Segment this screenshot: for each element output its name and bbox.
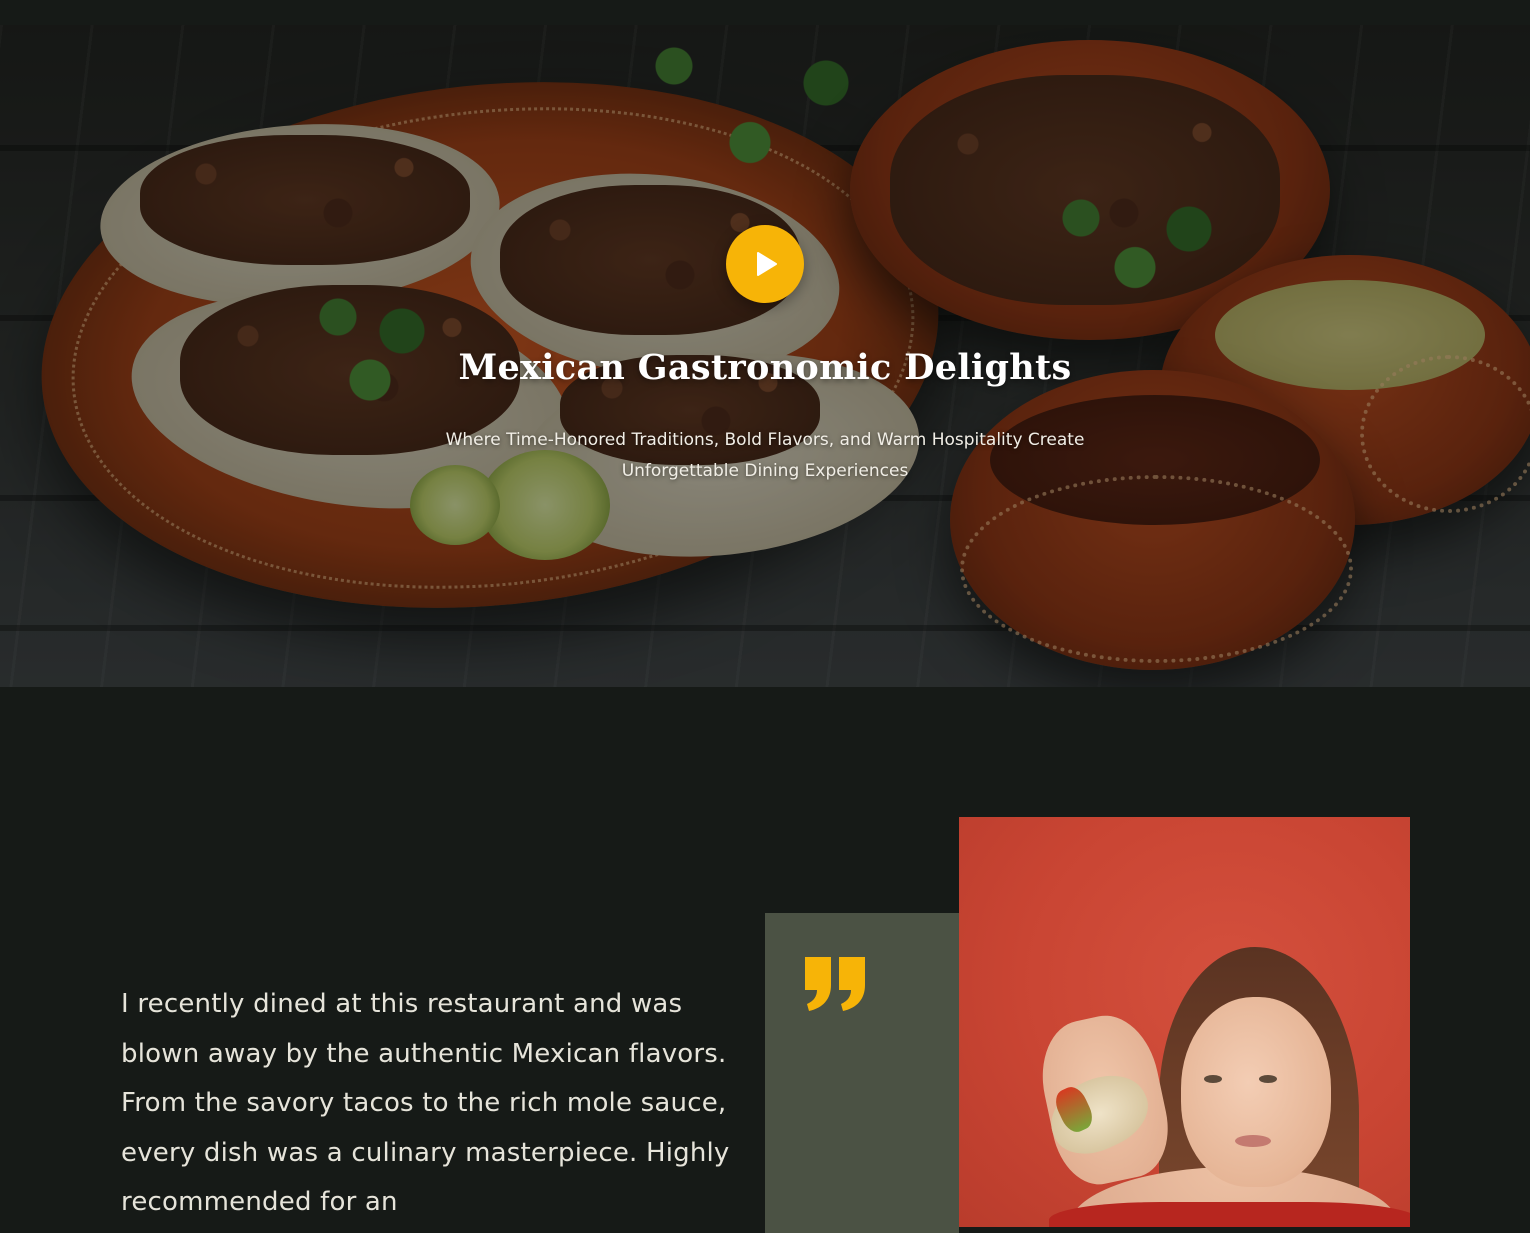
- hero-title: Mexican Gastronomic Delights: [458, 347, 1072, 388]
- photo-lips: [1235, 1135, 1271, 1147]
- photo-shirt: [1049, 1202, 1410, 1227]
- photo-face: [1181, 997, 1331, 1187]
- testimonial-text: I recently dined at this restaurant and …: [121, 989, 730, 1217]
- play-video-button[interactable]: [726, 225, 804, 303]
- quote-panel: [765, 913, 959, 1233]
- top-bar: [0, 0, 1530, 25]
- photo-eye: [1259, 1075, 1277, 1083]
- play-icon: [757, 252, 777, 276]
- hero-subtitle: Where Time-Honored Traditions, Bold Flav…: [445, 430, 1085, 481]
- quote-icon: [805, 957, 865, 1011]
- photo-eye: [1204, 1075, 1222, 1083]
- hero-section: Mexican Gastronomic Delights Where Time-…: [0, 25, 1530, 687]
- customer-photo: [959, 817, 1410, 1227]
